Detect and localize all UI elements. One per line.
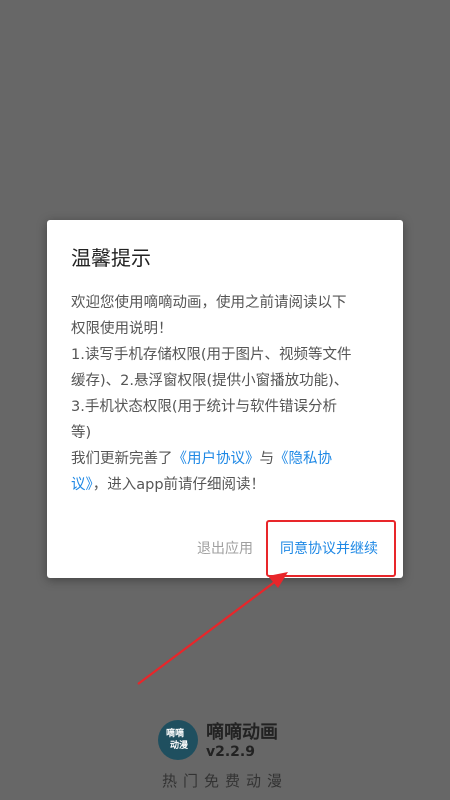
privacy-policy-link[interactable]: 《隐私协 (274, 451, 332, 467)
user-agreement-link[interactable]: 《用户协议》 (173, 451, 260, 467)
app-slogan: 热门免费动漫 (161, 772, 288, 790)
body-line: 缓存)、2.悬浮窗权限(提供小窗播放功能)、 (71, 373, 349, 389)
body-line: 1.读写手机存储权限(用于图片、视频等文件 (71, 347, 352, 363)
body-line: 等) (71, 425, 92, 441)
body-line: 权限使用说明！ (71, 321, 173, 337)
body-line: 3.手机状态权限(用于统计与软件错误分析 (71, 399, 337, 415)
logo-text-bottom: 动漫 (170, 741, 189, 751)
app-logo: 嘀嘀 动漫 (158, 720, 198, 760)
agreements-suffix: ，进入app前请仔细阅读！ (92, 477, 266, 493)
screen: 温馨提示 欢迎您使用嘀嘀动画，使用之前请阅读以下 权限使用说明！ 1.读写手机存… (0, 0, 450, 800)
agreements-prefix: 我们更新完善了 (71, 451, 173, 467)
agreements-and: 与 (259, 451, 275, 467)
dialog-body: 欢迎您使用嘀嘀动画，使用之前请阅读以下 权限使用说明！ 1.读写手机存储权限(用… (71, 290, 387, 498)
body-line-agreements-end: 议》，进入app前请仔细阅读！ (71, 472, 387, 498)
highlight-box (266, 520, 396, 577)
logo-text-top: 嘀嘀 (166, 729, 185, 739)
exit-app-button[interactable]: 退出应用 (197, 538, 253, 558)
body-line: 欢迎您使用嘀嘀动画，使用之前请阅读以下 (71, 295, 347, 311)
privacy-policy-link-end[interactable]: 议》 (71, 477, 93, 493)
app-version: v2.2.9 (206, 744, 255, 760)
dialog-title: 温馨提示 (71, 246, 151, 270)
app-name: 嘀嘀动画 (206, 722, 278, 743)
body-line-agreements: 我们更新完善了《用户协议》与《隐私协 (71, 446, 387, 472)
